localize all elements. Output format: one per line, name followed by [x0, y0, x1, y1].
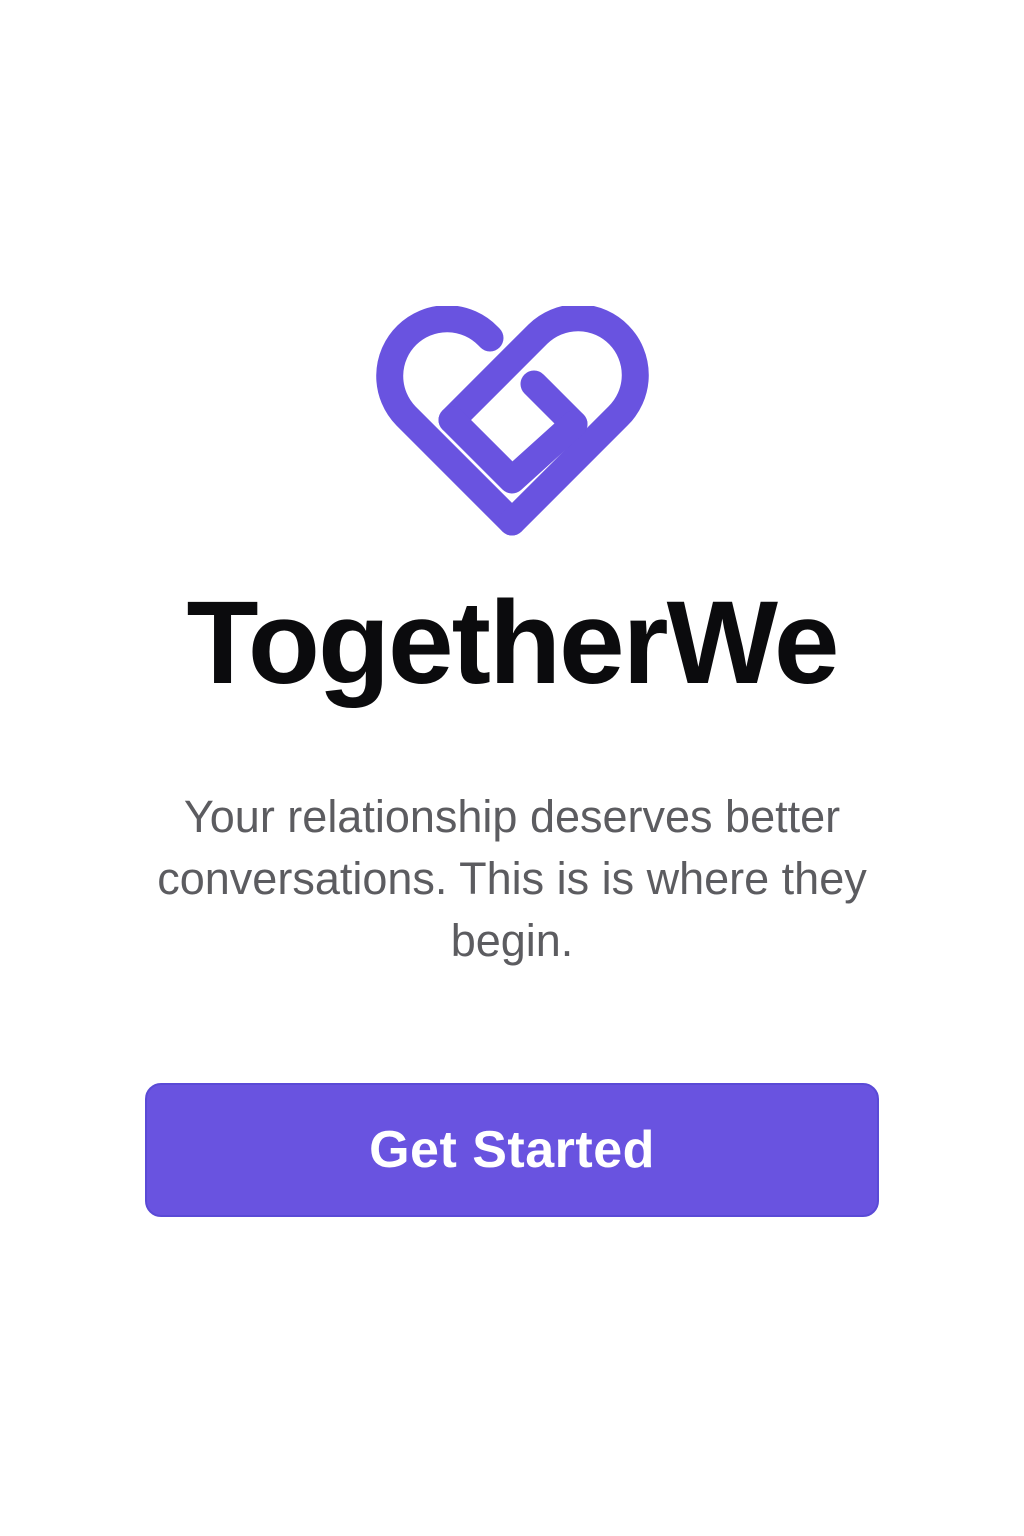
welcome-screen: TogetherWe Your relationship deserves be…: [0, 0, 1024, 1536]
app-name-title: TogetherWe: [186, 577, 840, 709]
get-started-button[interactable]: Get Started: [145, 1083, 879, 1217]
tagline-text: Your relationship deserves better conver…: [157, 791, 867, 966]
heart-logo-icon: [366, 306, 658, 546]
